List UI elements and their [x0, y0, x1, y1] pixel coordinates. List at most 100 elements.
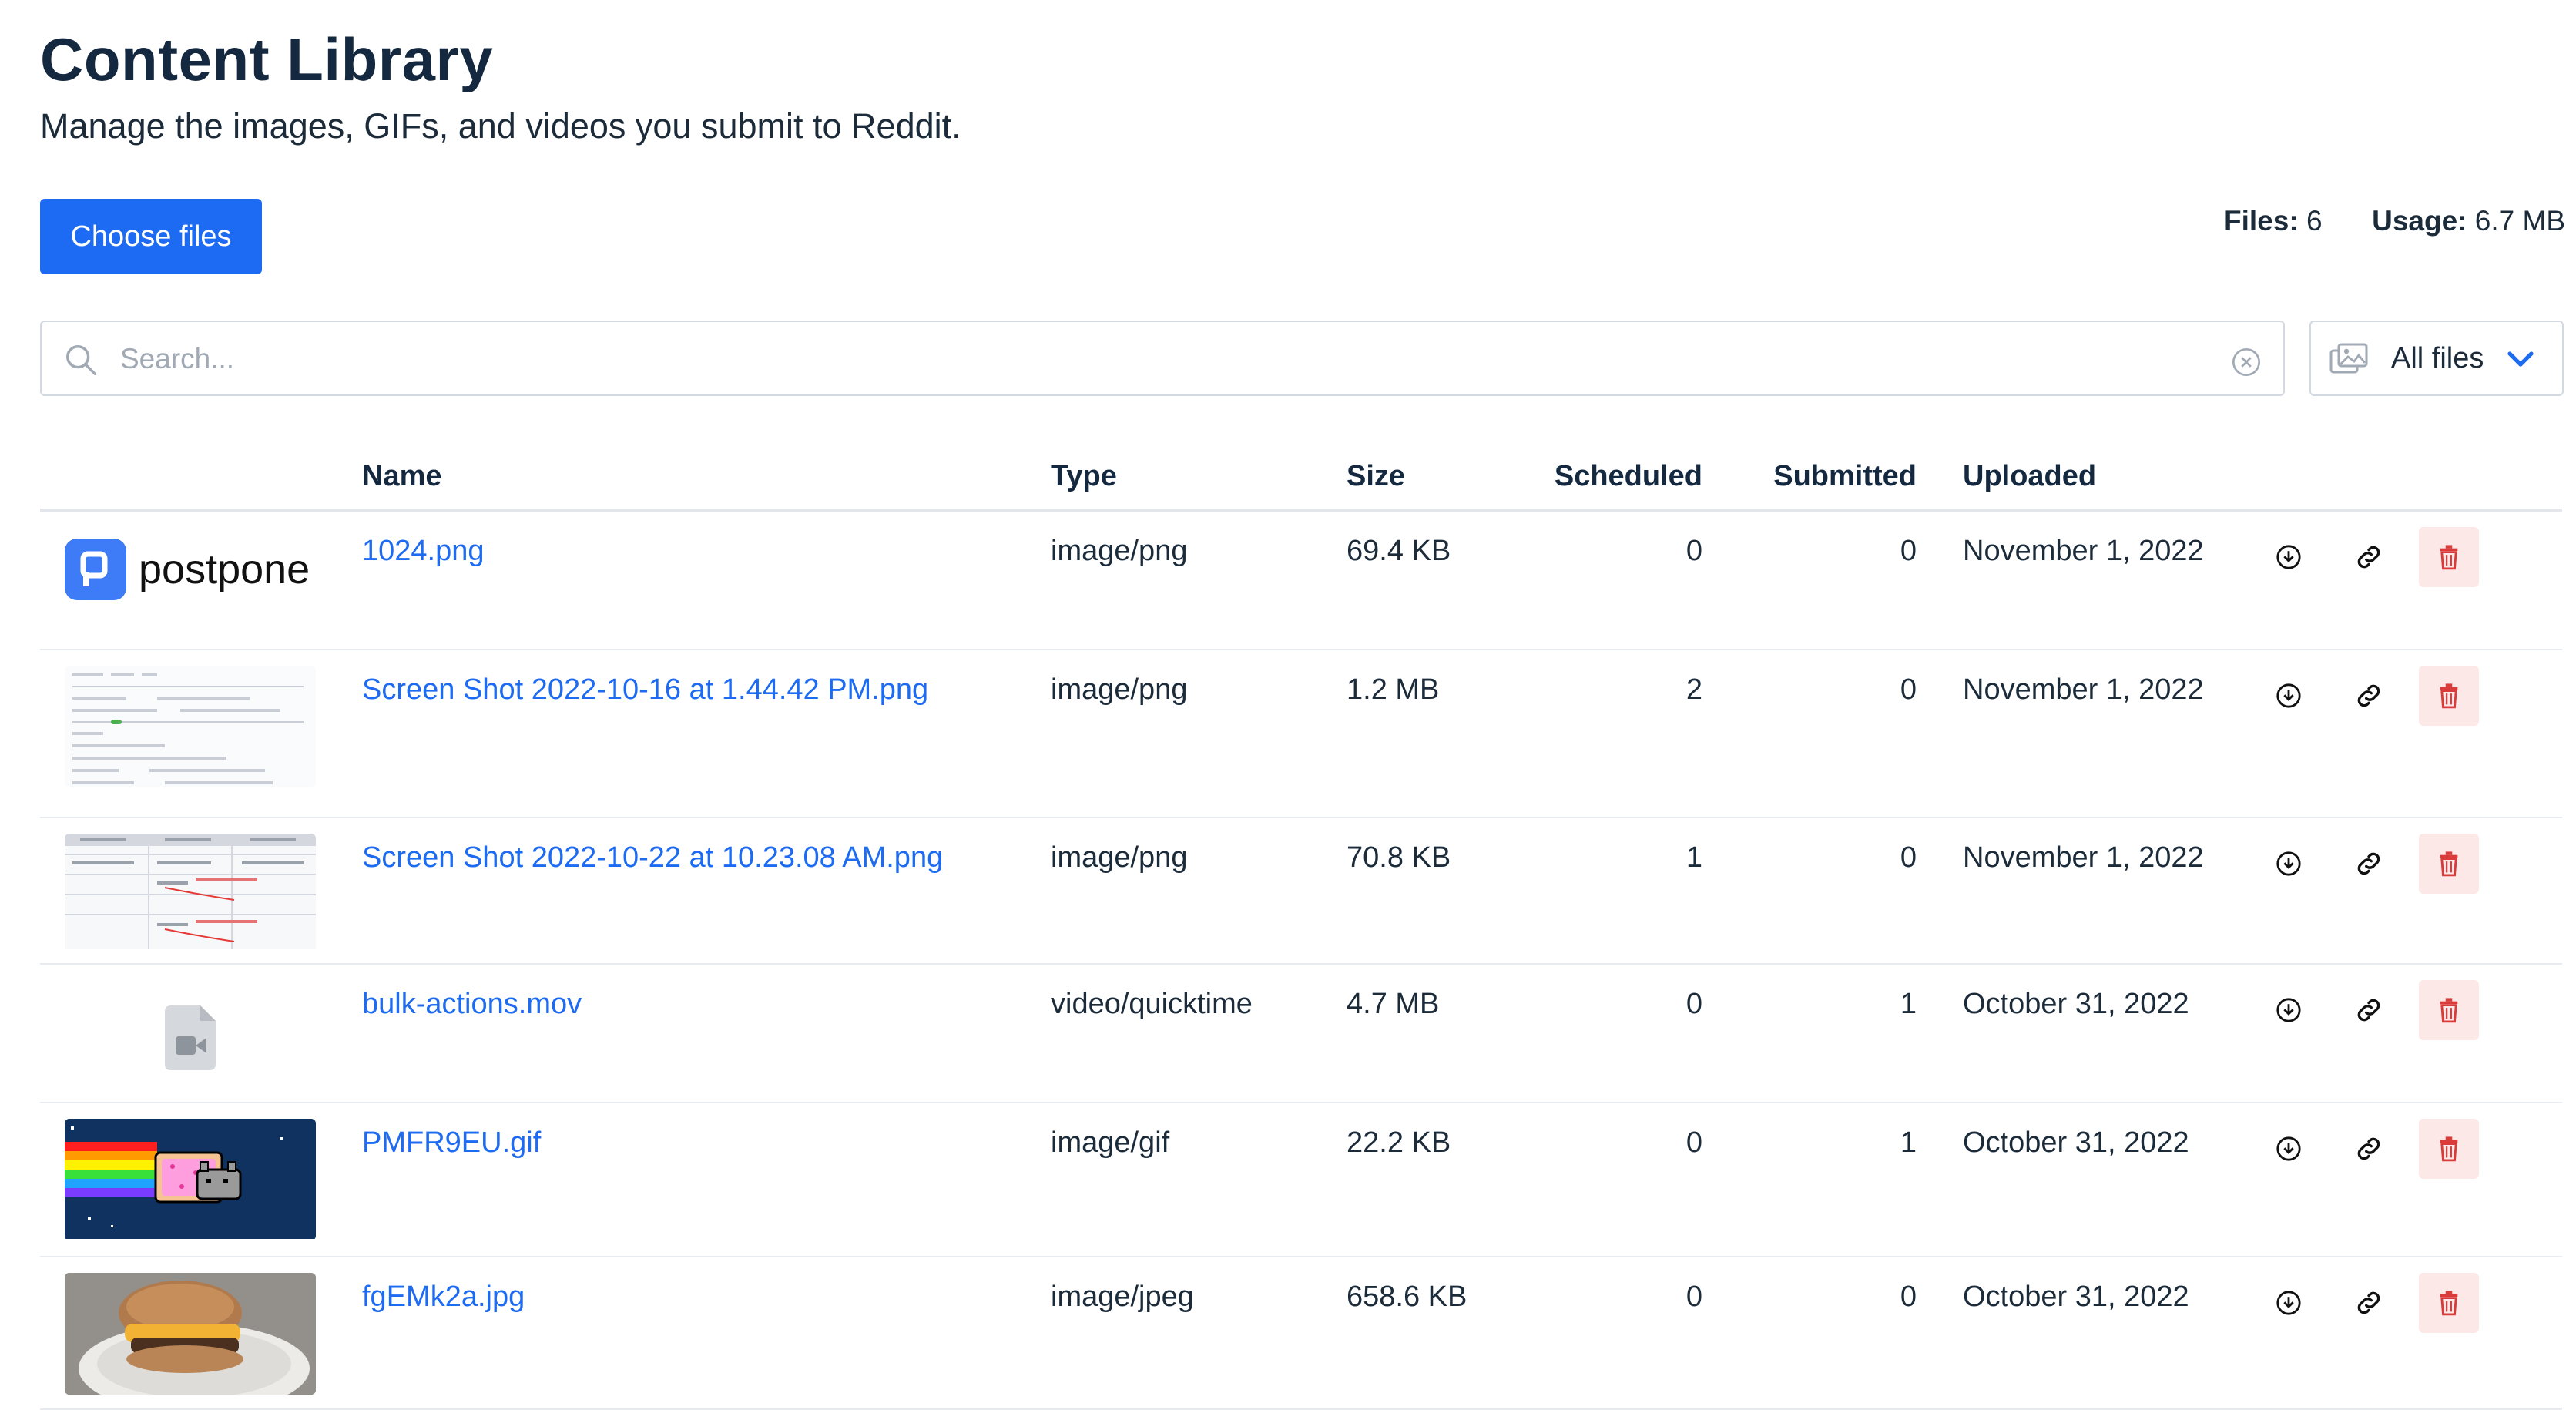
row-actions — [2259, 965, 2562, 1040]
file-size: 4.7 MB — [1347, 988, 1440, 1020]
file-name-link[interactable]: Screen Shot 2022-10-16 at 1.44.42 PM.png — [362, 673, 928, 706]
file-type: image/gif — [1051, 1126, 1170, 1159]
actions-column-header — [2259, 444, 2562, 512]
scheduled-count: 1 — [1685, 841, 1702, 874]
uploaded-column-header[interactable]: Uploaded — [1963, 444, 2259, 512]
scheduled-count: 0 — [1685, 1281, 1702, 1313]
files-table: Name Type Size Scheduled Submitted Uploa… — [40, 444, 2562, 1410]
thumbnail-cell — [40, 1103, 362, 1257]
copy-link-button[interactable] — [2339, 980, 2399, 1040]
file-type: image/png — [1051, 841, 1188, 874]
file-type: image/jpeg — [1051, 1281, 1194, 1313]
row-actions — [2259, 1103, 2562, 1179]
download-button[interactable] — [2259, 527, 2319, 587]
file-name-link[interactable]: PMFR9EU.gif — [362, 1126, 541, 1159]
file-size: 1.2 MB — [1347, 673, 1440, 706]
delete-button[interactable] — [2419, 666, 2479, 726]
file-type: image/png — [1051, 673, 1188, 706]
file-type: video/quicktime — [1051, 988, 1253, 1020]
submitted-count: 0 — [1900, 673, 1917, 706]
file-thumbnail: postpone — [65, 527, 316, 649]
file-name-link[interactable]: fgEMk2a.jpg — [362, 1281, 525, 1313]
file-thumbnail — [65, 1119, 316, 1240]
uploaded-date: October 31, 2022 — [1963, 988, 2189, 1020]
copy-link-button[interactable] — [2339, 834, 2399, 894]
thumbnail-cell — [40, 1257, 362, 1410]
uploaded-date: October 31, 2022 — [1963, 1281, 2189, 1313]
file-size: 658.6 KB — [1347, 1281, 1467, 1313]
trash-icon — [2440, 683, 2458, 709]
clear-search-icon[interactable] — [2231, 347, 2262, 378]
download-icon — [2276, 851, 2301, 876]
video-file-icon — [165, 1005, 216, 1070]
copy-link-button[interactable] — [2339, 1273, 2399, 1333]
download-icon — [2276, 545, 2301, 569]
table-row: Screen Shot 2022-10-22 at 10.23.08 AM.pn… — [40, 817, 2562, 965]
file-name-link[interactable]: 1024.png — [362, 535, 485, 567]
chevron-down-icon — [2507, 351, 2534, 367]
trash-icon — [2440, 851, 2458, 877]
library-stats: Files: 6 Usage: 6.7 MB — [2224, 205, 2565, 237]
row-actions — [2259, 1257, 2562, 1333]
page-title: Content Library — [40, 25, 494, 93]
delete-button[interactable] — [2419, 980, 2479, 1040]
file-thumbnail — [65, 834, 316, 955]
uploaded-date: November 1, 2022 — [1963, 673, 2204, 706]
download-icon — [2276, 683, 2301, 708]
scheduled-count: 2 — [1685, 673, 1702, 706]
row-actions — [2259, 818, 2562, 894]
uploaded-date: November 1, 2022 — [1963, 535, 2204, 567]
download-button[interactable] — [2259, 834, 2319, 894]
postpone-logo-icon — [65, 539, 126, 600]
thumbnail-cell: postpone — [40, 510, 362, 650]
link-icon — [2357, 1137, 2380, 1160]
submitted-count: 0 — [1900, 1281, 1917, 1313]
delete-button[interactable] — [2419, 1119, 2479, 1179]
type-column-header[interactable]: Type — [1051, 444, 1347, 512]
delete-button[interactable] — [2419, 1273, 2479, 1333]
file-size: 69.4 KB — [1347, 535, 1451, 567]
submitted-count: 0 — [1900, 535, 1917, 567]
file-thumbnail — [65, 1273, 316, 1395]
search-input[interactable] — [119, 333, 2171, 385]
copy-link-button[interactable] — [2339, 666, 2399, 726]
copy-link-button[interactable] — [2339, 1119, 2399, 1179]
thumbnail-column-header — [40, 444, 362, 512]
thumbnail-cell — [40, 964, 362, 1103]
postpone-logo-text: postpone — [139, 546, 310, 593]
link-icon — [2357, 684, 2380, 707]
download-button[interactable] — [2259, 980, 2319, 1040]
choose-files-button[interactable]: Choose files — [40, 199, 262, 274]
spacer-column-header — [1917, 444, 1963, 512]
files-count-label: Files: — [2224, 205, 2299, 237]
link-icon — [2357, 999, 2380, 1022]
link-icon — [2357, 1291, 2380, 1314]
thumbnail-cell — [40, 650, 362, 818]
file-thumbnail — [65, 666, 316, 787]
download-button[interactable] — [2259, 1119, 2319, 1179]
submitted-count: 0 — [1900, 841, 1917, 874]
scheduled-count: 0 — [1685, 1126, 1702, 1159]
download-button[interactable] — [2259, 666, 2319, 726]
copy-link-button[interactable] — [2339, 527, 2399, 587]
table-row: fgEMk2a.jpg image/jpeg 658.6 KB 0 0 Octo… — [40, 1257, 2562, 1410]
images-icon — [2329, 343, 2368, 374]
name-column-header[interactable]: Name — [362, 444, 1051, 512]
file-name-link[interactable]: Screen Shot 2022-10-22 at 10.23.08 AM.pn… — [362, 841, 943, 874]
table-header-row: Name Type Size Scheduled Submitted Uploa… — [40, 444, 2562, 512]
download-button[interactable] — [2259, 1273, 2319, 1333]
file-name-link[interactable]: bulk-actions.mov — [362, 988, 582, 1020]
size-column-header[interactable]: Size — [1347, 444, 1502, 512]
scheduled-column-header[interactable]: Scheduled — [1502, 444, 1702, 512]
table-row: postpone 1024.png image/png 69.4 KB 0 0 … — [40, 510, 2562, 650]
delete-button[interactable] — [2419, 527, 2479, 587]
file-type-filter[interactable]: All files — [2309, 321, 2564, 396]
uploaded-date: October 31, 2022 — [1963, 1126, 2189, 1159]
page-subtitle: Manage the images, GIFs, and videos you … — [40, 106, 961, 146]
delete-button[interactable] — [2419, 834, 2479, 894]
submitted-column-header[interactable]: Submitted — [1702, 444, 1917, 512]
row-actions — [2259, 512, 2562, 587]
table-row: bulk-actions.mov video/quicktime 4.7 MB … — [40, 964, 2562, 1103]
submitted-count: 1 — [1900, 988, 1917, 1020]
thumbnail-cell — [40, 817, 362, 965]
